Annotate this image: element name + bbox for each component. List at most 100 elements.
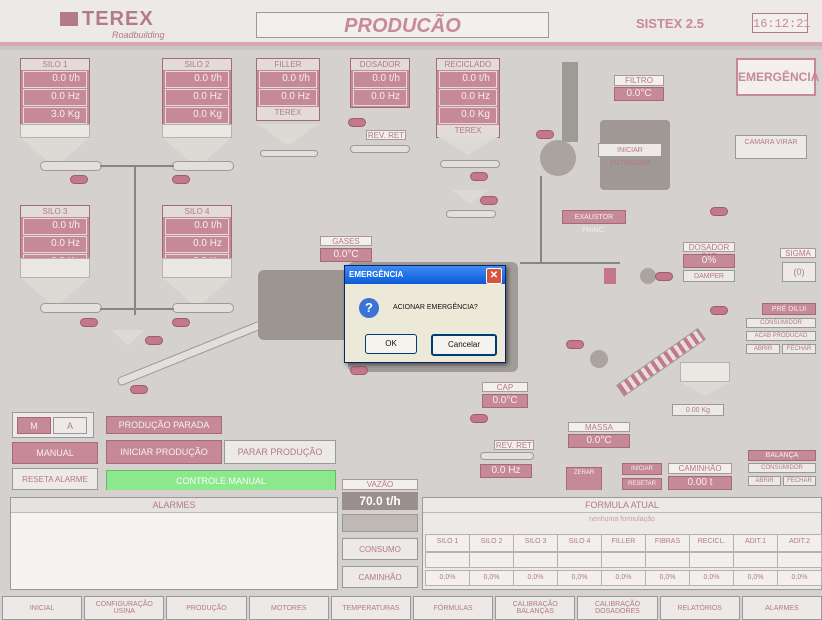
dialog-message: ACIONAR EMERGÊNCIA? [393,304,478,311]
pre-dilui-acab[interactable]: ACAB PRODUCAO [746,331,816,341]
nav-item-8[interactable]: RELATÓRIOS [659,596,740,620]
cap-valve-2[interactable] [480,452,534,460]
cap-pump-indicator[interactable] [655,272,673,281]
manual-mode-button[interactable]: M [17,417,51,434]
emergencia-button[interactable]: EMERGÊNCIA [736,58,819,96]
resetar-caminhao-button[interactable]: RESETAR [622,478,662,490]
cancel-button[interactable]: Cancelar [431,334,497,356]
auto-mode-button[interactable]: A [53,417,87,434]
parar-producao-button[interactable]: PARAR PRODUÇÃO [224,440,336,464]
caminhao-button[interactable]: CAMINHÃO [342,566,418,588]
silo-freq: 0.0 Hz [165,236,229,253]
filtro-label: FILTRO [614,75,664,86]
dosador-indicator[interactable] [348,118,366,127]
silo-4-motor-indicator[interactable] [172,318,190,327]
formula-value-cell[interactable] [469,552,514,568]
pre-dilui-fechar[interactable]: FECHAR [782,344,816,354]
formula-value-cell[interactable] [777,552,822,568]
pre-dilui-abrir[interactable]: ABRIR [746,344,780,354]
reciclado-belt [440,160,500,168]
control-mode-status: CONTROLE MANUAL [106,470,336,492]
balanca-fechar[interactable]: FECHAR [783,476,816,486]
silo-weight: 3.0 Kg [23,107,87,124]
reseta-alarme-button[interactable]: RESETA ALARME [12,468,98,490]
close-icon[interactable]: ✕ [486,268,502,284]
formula-value-cell[interactable] [645,552,690,568]
dosador-valve[interactable] [350,145,410,153]
iniciar-filtragem-button[interactable]: INICIAR FILTRAGEM [598,143,662,167]
consumo-button[interactable]: CONSUMO [342,538,418,560]
silo-flow: 0.0 t/h [23,71,87,88]
silo-1-panel[interactable]: SILO 1 0.0 t/h 0.0 Hz 3.0 Kg [20,58,90,126]
page-title: PRODUCÃO [256,12,549,38]
nav-item-9[interactable]: ALARMES [741,596,822,620]
silo-2-belt [172,161,234,171]
formula-value-cell[interactable] [513,552,558,568]
iniciar-producao-button[interactable]: INICIAR PRODUÇÃO [106,440,222,464]
formula-value-cell[interactable] [601,552,646,568]
nav-item-3[interactable]: MOTORES [248,596,329,620]
dosador-panel[interactable]: DOSADOR 0.0 t/h 0.0 Hz [350,58,410,108]
formula-column-header: FILLER [601,534,646,552]
storage-silo-cone [680,382,730,396]
balanca-abrir[interactable]: ABRIR [748,476,781,486]
formula-percent-cell: 0,0% [557,570,602,586]
formula-value-cell[interactable] [689,552,734,568]
inclined-conveyor-indicator[interactable] [130,385,148,394]
vazao-stepper[interactable] [342,514,418,532]
formula-column-header: ADIT.1 [733,534,778,552]
formula-percent-cell: 0,0% [425,570,470,586]
mode-selector: M A [12,412,94,438]
reciclado-flow: 0.0 t/h [439,71,497,88]
reciclado-panel[interactable]: RECICLADO 0.0 t/h 0.0 Hz 0.0 Kg TEREX [436,58,500,138]
cap-valve[interactable] [604,268,616,284]
nav-item-0[interactable]: INICIAL [2,596,83,620]
silo-freq: 0.0 Hz [23,89,87,106]
formula-value-cell[interactable] [557,552,602,568]
cap-temp: 0.0°C [482,394,528,408]
pre-dilui-consumidor[interactable]: CONSUMIDOR [746,318,816,328]
formula-value-cell[interactable] [425,552,470,568]
formula-column-header: SILO 2 [469,534,514,552]
reciclado-indicator-2[interactable] [480,196,498,205]
formula-percent-cell: 0,0% [645,570,690,586]
dosador-cap-value: 0% [683,254,735,268]
reciclado-indicator[interactable] [470,172,488,181]
balanca-label: BALANÇA [748,450,816,461]
alarmes-title: ALARMES [11,498,337,513]
zerar-button[interactable]: ZERAR [566,467,602,491]
balanca-consumidor[interactable]: CONSUMIDOR [748,463,816,473]
collector-motor-indicator[interactable] [145,336,163,345]
nav-item-7[interactable]: CALIBRAÇÃO DOSADORES [577,596,658,620]
filler-panel[interactable]: FILLER 0.0 t/h 0.0 Hz TEREX [256,58,320,121]
ok-button[interactable]: OK [365,334,417,354]
manual-button[interactable]: MANUAL [12,442,98,464]
cap-indicator[interactable] [470,414,488,423]
formula-percent-cell: 0,0% [469,570,514,586]
exaustor-button[interactable]: EXAUSTOR PRINC. [562,210,626,234]
producao-parada-status: PRODUÇÃO PARADA [106,416,222,434]
iniciar-caminhao-button[interactable]: INICIAR [622,463,662,475]
nav-item-4[interactable]: TEMPERATURAS [330,596,411,620]
emergency-dialog: EMERGÊNCIA ✕ ? ACIONAR EMERGÊNCIA? OK Ca… [344,265,506,363]
terex-logo: TEREX Roadbuilding [60,8,170,40]
screw-indicator[interactable] [710,306,728,315]
silo-3-motor-indicator[interactable] [80,318,98,327]
drum-indicator[interactable] [350,366,368,375]
filler-flow: 0.0 t/h [259,71,317,88]
aux-pump [590,350,608,368]
silo-label: SILO 2 [163,59,231,70]
nav-item-6[interactable]: CALIBRAÇÃO BALANÇAS [495,596,576,620]
nav-item-2[interactable]: PRODUÇÃO [166,596,247,620]
fan-indicator[interactable] [536,130,554,139]
silo-2-panel[interactable]: SILO 2 0.0 t/h 0.0 Hz 0.0 Kg [162,58,232,126]
nav-item-5[interactable]: FÓRMULAS [413,596,494,620]
damper-button[interactable]: DAMPER [683,270,735,282]
silo-2-motor-indicator[interactable] [172,175,190,184]
exaustor-indicator[interactable] [710,207,728,216]
formula-value-cell[interactable] [733,552,778,568]
camara-button[interactable]: CAMARA VIRAR [735,135,807,159]
aux-pump-indicator[interactable] [566,340,584,349]
nav-item-1[interactable]: CONFIGURAÇÃO USINA [84,596,165,620]
silo-1-motor-indicator[interactable] [70,175,88,184]
